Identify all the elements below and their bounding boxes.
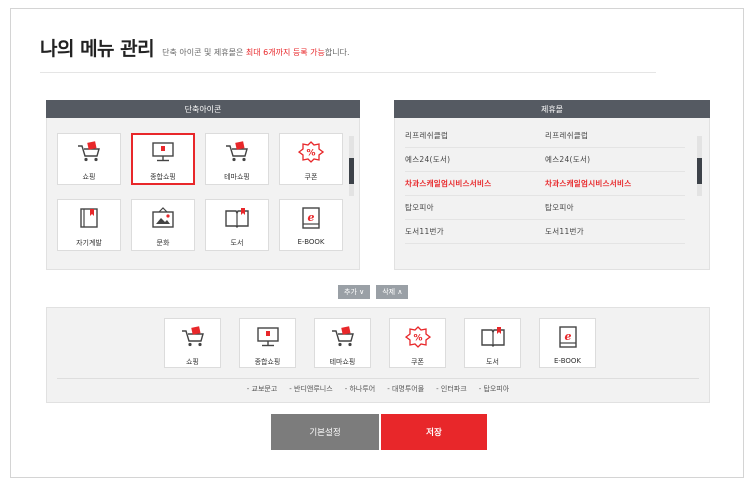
partner-scrollbar-thumb[interactable] xyxy=(697,158,702,184)
shortcut-tile[interactable]: 쇼핑 xyxy=(57,133,121,185)
partner-item[interactable]: 탑오피아 xyxy=(545,202,685,213)
move-buttons: 추가 ∨ 삭제 ∧ xyxy=(338,285,409,299)
shortcut-tile-label: 테마쇼핑 xyxy=(224,173,250,181)
svg-text:e: e xyxy=(564,330,571,343)
partner-row: 도서11번가 도서11번가 xyxy=(405,220,685,244)
partner-panel: 리프레쉬클럽 리프레쉬클럽 예스24(도서) 예스24(도서) 차과스캐일엄시비스서비스… xyxy=(394,118,710,270)
partner-row: 리프레쉬클럽 리프레쉬클럽 xyxy=(405,124,685,148)
add-button[interactable]: 추가 ∨ xyxy=(338,285,371,299)
shortcut-tile-label: 종합쇼핑 xyxy=(150,173,176,181)
svg-text:e: e xyxy=(308,211,315,224)
shortcut-tile[interactable]: 자기계발 xyxy=(57,199,121,251)
partner-link[interactable]: - 교보문고 xyxy=(247,384,278,394)
monitor-icon xyxy=(255,326,281,352)
shortcut-tile-label: 쇼핑 xyxy=(82,173,96,181)
shortcut-tile-label: 도서 xyxy=(230,239,244,247)
cart-icon xyxy=(330,326,356,352)
partner-link[interactable]: - 탑오피아 xyxy=(479,384,510,394)
partner-link[interactable]: - 반디앤루니스 xyxy=(289,384,332,394)
my-menu-tile-label: 테마쇼핑 xyxy=(329,358,356,366)
partner-item[interactable]: 도서11번가 xyxy=(405,226,545,237)
shortcut-tile-label: 쿠폰 xyxy=(304,173,318,181)
my-menu-panel: 쇼핑 종합쇼핑 테마쇼핑% 쿠폰 도서 e E-BOOK - 교보문고 - 반디앤루니스 - 하… xyxy=(46,307,710,403)
shortcut-tile[interactable]: % 쿠폰 xyxy=(279,133,343,185)
shortcut-tile[interactable]: 도서 xyxy=(205,199,269,251)
shortcut-panel-header: 단축아이콘 xyxy=(46,100,360,118)
subtitle-highlight: 최대 6개까지 등록 가능 xyxy=(245,48,325,57)
my-menu-tile[interactable]: % 쿠폰 xyxy=(389,318,446,368)
page-title: 나의 메뉴 관리 xyxy=(40,38,155,60)
shortcut-scrollbar[interactable] xyxy=(349,136,354,196)
partner-item[interactable]: 예스24(도서) xyxy=(545,154,685,165)
partner-item[interactable]: 예스24(도서) xyxy=(405,154,545,165)
partner-item[interactable]: 리프레쉬클럽 xyxy=(405,130,545,141)
ebook-icon: e xyxy=(555,326,581,352)
my-menu-icons: 쇼핑 종합쇼핑 테마쇼핑% 쿠폰 도서 e E-BOOK xyxy=(164,318,596,368)
my-menu-tile-label: 도서 xyxy=(486,358,499,366)
partner-row: 탑오피아 탑오피아 xyxy=(405,196,685,220)
subtitle-suffix: 합니다. xyxy=(324,48,350,57)
shortcut-panel-title: 단축아이콘 xyxy=(184,104,222,114)
footer-buttons: 기본설정 저장 xyxy=(271,414,487,450)
my-menu-tile-label: 쿠폰 xyxy=(411,358,424,366)
partner-row: 차과스캐일엄시비스서비스 차과스캐일엄시비스서비스 xyxy=(405,172,685,196)
partner-link[interactable]: - 인터파크 xyxy=(436,384,467,394)
shortcut-scrollbar-thumb[interactable] xyxy=(349,158,354,184)
shortcut-tile-label: 문화 xyxy=(156,239,170,247)
page-header: 나의 메뉴 관리 단축 아이콘 및 제휴몰은 최대 6개까지 등록 가능합니다. xyxy=(40,34,350,61)
partner-panel-header: 제휴몰 xyxy=(394,100,710,118)
partner-item[interactable]: 차과스캐일엄시비스서비스 xyxy=(545,178,685,189)
my-menu-tile[interactable]: 쇼핑 xyxy=(164,318,221,368)
subtitle-text: 단축 아이콘 및 제휴몰은 xyxy=(162,48,246,57)
my-menu-partner-links: - 교보문고 - 반디앤루니스 - 하나투어 - 대명투어몰 - 인터파크 - 탑오피아 xyxy=(47,384,709,394)
page-subtitle: 단축 아이콘 및 제휴몰은 최대 6개까지 등록 가능합니다. xyxy=(162,47,349,58)
bookmark-book-icon xyxy=(76,207,102,233)
default-settings-button[interactable]: 기본설정 xyxy=(271,414,379,450)
shortcut-tile[interactable]: e E-BOOK xyxy=(279,199,343,251)
partner-link[interactable]: - 대명투어몰 xyxy=(387,384,424,394)
picture-icon xyxy=(150,207,176,233)
partner-scrollbar[interactable] xyxy=(697,136,702,196)
partner-list: 리프레쉬클럽 리프레쉬클럽 예스24(도서) 예스24(도서) 차과스캐일엄시비스서비스… xyxy=(395,124,695,244)
open-book-icon xyxy=(480,326,506,352)
ebook-icon: e xyxy=(298,207,324,233)
open-book-icon xyxy=(224,207,250,233)
my-menu-tile[interactable]: 종합쇼핑 xyxy=(239,318,296,368)
my-menu-tile-label: 종합쇼핑 xyxy=(254,358,281,366)
remove-button[interactable]: 삭제 ∧ xyxy=(376,285,409,299)
my-menu-tile[interactable]: 도서 xyxy=(464,318,521,368)
my-menu-tile-label: E-BOOK xyxy=(554,357,581,365)
svg-text:%: % xyxy=(413,334,422,344)
save-button[interactable]: 저장 xyxy=(381,414,487,450)
cart-icon xyxy=(180,326,206,352)
monitor-icon xyxy=(150,141,176,167)
partner-panel-title: 제휴몰 xyxy=(540,104,564,114)
cart-icon xyxy=(224,141,250,167)
shortcut-tile-label: 자기계발 xyxy=(76,239,102,247)
coupon-icon: % xyxy=(297,141,325,167)
my-menu-divider xyxy=(57,378,699,379)
shortcut-tile[interactable]: 종합쇼핑 xyxy=(131,133,195,185)
partner-row: 예스24(도서) 예스24(도서) xyxy=(405,148,685,172)
my-menu-tile-label: 쇼핑 xyxy=(186,358,199,366)
title-divider xyxy=(40,72,656,73)
shortcut-tile[interactable]: 문화 xyxy=(131,199,195,251)
partner-link[interactable]: - 하나투어 xyxy=(345,384,376,394)
my-menu-tile[interactable]: e E-BOOK xyxy=(539,318,596,368)
shortcut-panel: 쇼핑 종합쇼핑 테마쇼핑% 쿠폰 자기계발 문화 도서 e E-BOOK xyxy=(46,118,360,270)
svg-text:%: % xyxy=(306,149,315,159)
partner-item[interactable]: 차과스캐일엄시비스서비스 xyxy=(405,178,545,189)
partner-item[interactable]: 리프레쉬클럽 xyxy=(545,130,685,141)
coupon-icon: % xyxy=(404,326,431,352)
shortcut-icon-grid: 쇼핑 종합쇼핑 테마쇼핑% 쿠폰 자기계발 문화 도서 e E-BOOK xyxy=(57,133,343,251)
partner-item[interactable]: 탑오피아 xyxy=(405,202,545,213)
partner-item[interactable]: 도서11번가 xyxy=(545,226,685,237)
cart-icon xyxy=(76,141,102,167)
shortcut-tile[interactable]: 테마쇼핑 xyxy=(205,133,269,185)
shortcut-tile-label: E-BOOK xyxy=(297,238,325,246)
my-menu-tile[interactable]: 테마쇼핑 xyxy=(314,318,371,368)
